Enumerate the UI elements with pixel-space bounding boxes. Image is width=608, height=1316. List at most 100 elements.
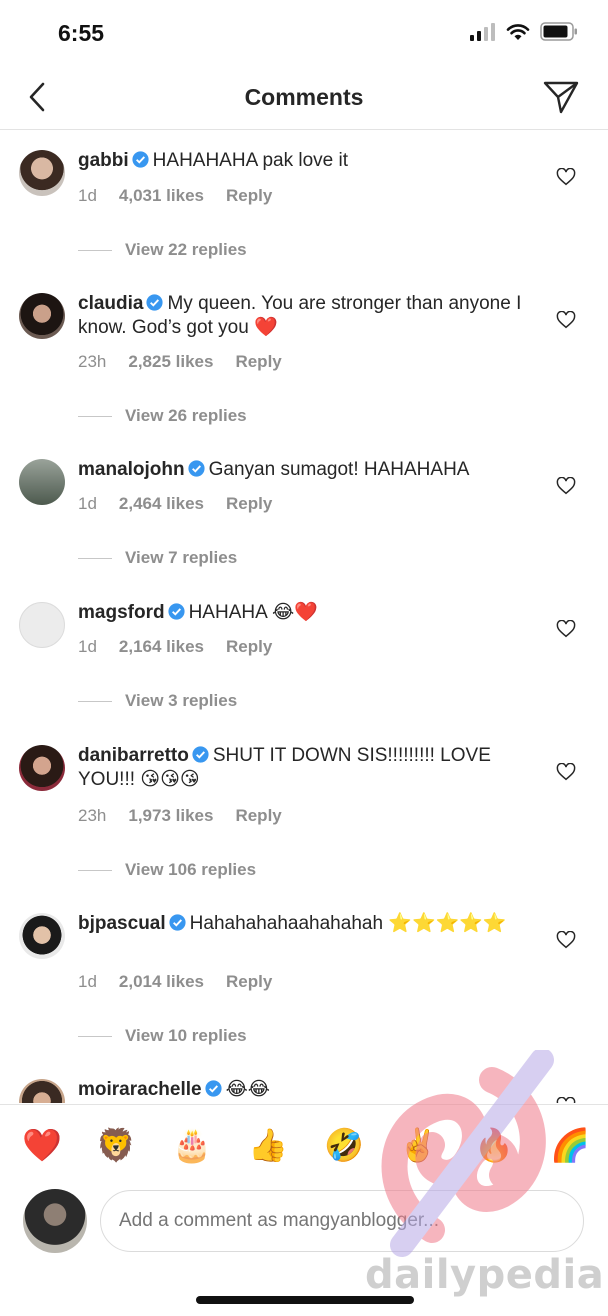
comment-time: 1d <box>78 637 97 656</box>
status-icons <box>470 22 578 41</box>
view-replies-label: View 22 replies <box>125 240 247 259</box>
comment-likes[interactable]: 1,973 likes <box>128 806 213 826</box>
heart-outline-icon[interactable] <box>556 168 576 186</box>
heart-outline-icon[interactable] <box>556 763 576 781</box>
navigation-bar: Comments <box>0 66 608 130</box>
comment-likes[interactable]: 2,014 likes <box>119 972 204 992</box>
reply-button[interactable]: Reply <box>226 637 272 657</box>
comment-username[interactable]: danibarretto <box>78 745 189 766</box>
comment-time: 1d <box>78 186 97 205</box>
comment-meta: 23h 1,973 likes Reply <box>78 806 282 826</box>
comment-meta: 1d 4,031 likes Reply <box>78 186 272 206</box>
avatar[interactable] <box>19 745 65 791</box>
comment-time: 1d <box>78 972 97 991</box>
comment-text-block: manalojohn Ganyan sumagot! HAHAHAHA <box>78 458 528 482</box>
comment-meta: 1d 2,464 likes Reply <box>78 494 272 514</box>
view-replies-label: View 7 replies <box>125 548 238 567</box>
replies-divider <box>78 869 112 871</box>
comment-likes[interactable]: 4,031 likes <box>119 186 204 206</box>
emoji-heart[interactable]: ❤️ <box>22 1125 62 1165</box>
replies-divider <box>78 415 112 417</box>
heart-outline-icon[interactable] <box>556 620 576 638</box>
emoji-cake[interactable]: 🎂 <box>172 1125 212 1165</box>
view-replies-button[interactable]: View 106 replies <box>78 860 256 880</box>
comment-username[interactable]: bjpascual <box>78 913 166 934</box>
verified-badge-icon <box>188 460 205 477</box>
comment-username[interactable]: gabbi <box>78 150 129 171</box>
emoji-rainbow[interactable]: 🌈 <box>550 1125 590 1165</box>
comment-text: Ganyan sumagot! HAHAHAHA <box>208 459 470 480</box>
emoji-fire[interactable]: 🔥 <box>474 1125 514 1165</box>
comment-meta: 1d 2,164 likes Reply <box>78 637 272 657</box>
battery-icon <box>540 22 577 41</box>
avatar[interactable] <box>19 602 65 648</box>
avatar[interactable] <box>19 150 65 196</box>
comment-text-block: bjpascual Hahahahahaahahahah ⭐⭐⭐⭐⭐ <box>78 912 528 936</box>
heart-outline-icon[interactable] <box>556 931 576 949</box>
current-user-avatar <box>23 1189 87 1253</box>
replies-divider <box>78 557 112 559</box>
comment-time: 23h <box>78 806 107 825</box>
replies-divider <box>78 249 112 251</box>
reply-button[interactable]: Reply <box>235 352 281 372</box>
view-replies-button[interactable]: View 26 replies <box>78 406 247 426</box>
comment-username[interactable]: moirarachelle <box>78 1079 202 1100</box>
reply-button[interactable]: Reply <box>226 494 272 514</box>
verified-badge-icon <box>169 914 186 931</box>
comment-username[interactable]: manalojohn <box>78 459 185 480</box>
comment-text: Hahahahahaahahahah ⭐⭐⭐⭐⭐ <box>189 913 507 934</box>
cellular-signal-icon <box>470 22 495 41</box>
avatar[interactable] <box>19 1079 65 1103</box>
comment-likes[interactable]: 2,164 likes <box>119 637 204 657</box>
emoji-rofl[interactable]: 🤣 <box>324 1125 364 1165</box>
comment-meta: 1d 2,014 likes Reply <box>78 972 272 992</box>
view-replies-label: View 3 replies <box>125 691 238 710</box>
reply-button[interactable]: Reply <box>226 186 272 206</box>
view-replies-button[interactable]: View 10 replies <box>78 1026 247 1046</box>
comment-likes[interactable]: 2,464 likes <box>119 494 204 514</box>
comment-meta: 23h 2,825 likes Reply <box>78 352 282 372</box>
view-replies-button[interactable]: View 3 replies <box>78 691 237 711</box>
comment-time: 23h <box>78 352 107 371</box>
watermark-text: dailypedia <box>365 1252 605 1298</box>
verified-badge-icon <box>205 1080 222 1097</box>
reply-button[interactable]: Reply <box>235 806 281 826</box>
heart-outline-icon[interactable] <box>556 1097 576 1103</box>
avatar[interactable] <box>19 293 65 339</box>
reply-button[interactable]: Reply <box>226 972 272 992</box>
heart-outline-icon[interactable] <box>556 477 576 495</box>
comment-text-block: gabbi HAHAHAHA pak love it <box>78 149 528 173</box>
replies-divider <box>78 700 112 702</box>
avatar[interactable] <box>19 913 65 959</box>
comment-text: HAHAHAHA pak love it <box>152 150 349 171</box>
heart-outline-icon[interactable] <box>556 311 576 329</box>
verified-badge-icon <box>132 151 149 168</box>
view-replies-button[interactable]: View 22 replies <box>78 240 247 260</box>
comment-text: My queen. You are stronger than anyone I… <box>78 293 522 338</box>
verified-badge-icon <box>168 603 185 620</box>
comment-text-block: claudia My queen. You are stronger than a… <box>78 292 528 340</box>
emoji-lion[interactable]: 🦁 <box>96 1125 136 1165</box>
replies-divider <box>78 1035 112 1037</box>
comment-text-block: magsford HAHAHA 😂❤️ <box>78 601 528 625</box>
comment-likes[interactable]: 2,825 likes <box>128 352 213 372</box>
comment-input[interactable] <box>100 1190 584 1252</box>
emoji-reaction-bar: ❤️ 🦁 🎂 👍 🤣 ✌️ 🔥 🌈 <box>0 1104 608 1184</box>
emoji-victory-hand[interactable]: ✌️ <box>398 1125 438 1165</box>
comments-list[interactable]: gabbi HAHAHAHA pak love it 1d 4,031 likes… <box>0 131 608 1103</box>
comment-text-block: danibarretto SHUT IT DOWN SIS!!!!!!!!! LO… <box>78 744 528 792</box>
share-button[interactable] <box>542 78 580 116</box>
view-replies-label: View 26 replies <box>125 406 247 425</box>
view-replies-label: View 10 replies <box>125 1026 247 1045</box>
view-replies-button[interactable]: View 7 replies <box>78 548 237 568</box>
comment-text: HAHAHA 😂❤️ <box>188 602 318 623</box>
avatar[interactable] <box>19 459 65 505</box>
paper-plane-icon <box>543 81 579 114</box>
page-title: Comments <box>244 84 364 110</box>
view-replies-label: View 106 replies <box>125 860 257 879</box>
comment-username[interactable]: magsford <box>78 602 165 623</box>
comment-username[interactable]: claudia <box>78 293 143 314</box>
wifi-icon <box>506 23 530 40</box>
emoji-thumbs-up[interactable]: 👍 <box>248 1125 288 1165</box>
status-bar: 6:55 <box>0 0 608 66</box>
